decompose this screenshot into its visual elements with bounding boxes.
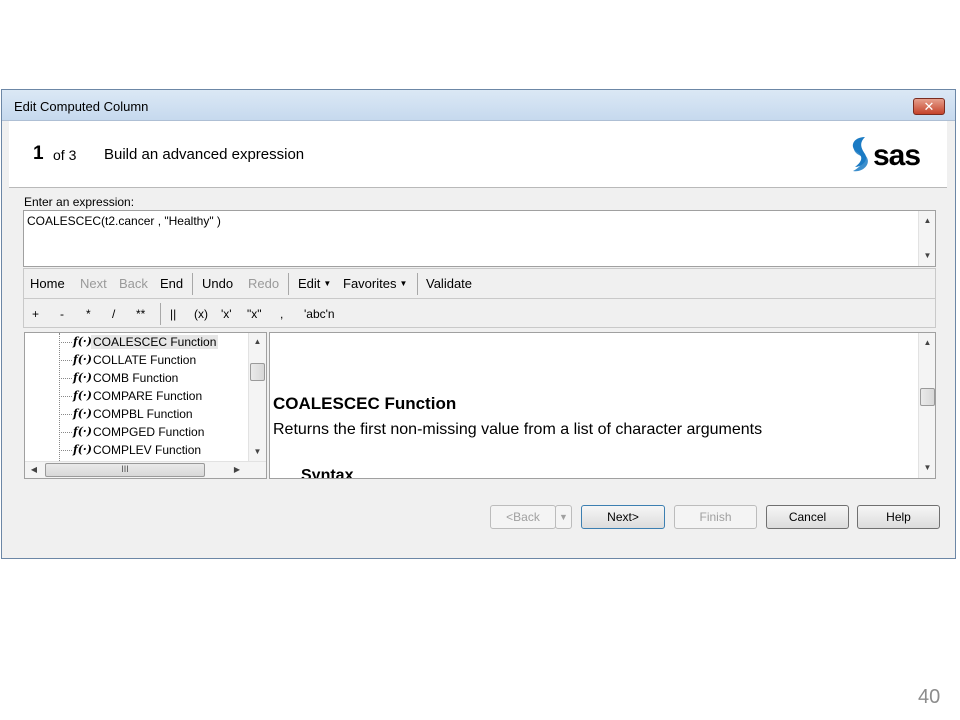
edit-menu[interactable]: Edit ▼: [298, 276, 331, 291]
chevron-down-icon: ▼: [323, 279, 332, 288]
expression-input[interactable]: COALESCEC(t2.cancer , "Healthy" ) ▲ ▼: [23, 210, 936, 267]
function-tree: f(·) COALESCEC Function f(·) COLLATE Fun…: [24, 332, 267, 479]
back-button-disabled[interactable]: Back: [119, 276, 148, 291]
expression-label: Enter an expression:: [24, 195, 135, 209]
tree-connector: [59, 360, 72, 361]
step-total: of 3: [53, 147, 77, 163]
end-button[interactable]: End: [160, 276, 183, 291]
title-bar: Edit Computed Column ✕: [2, 90, 955, 121]
scroll-down-icon[interactable]: ▼: [249, 445, 266, 459]
chevron-down-icon: ▼: [559, 512, 568, 522]
tree-guide-line: [59, 333, 60, 461]
operator-comma-button[interactable]: ,: [280, 307, 283, 321]
close-icon: ✕: [923, 99, 935, 114]
home-button[interactable]: Home: [30, 276, 65, 291]
scroll-down-icon[interactable]: ▼: [919, 460, 935, 476]
header-divider: [9, 187, 947, 188]
help-syntax-heading: Syntax: [301, 467, 354, 479]
toolbar-separator: [160, 303, 161, 325]
scroll-thumb[interactable]: [250, 363, 265, 381]
expression-value[interactable]: COALESCEC(t2.cancer , "Healthy" ): [27, 214, 221, 228]
scroll-thumb[interactable]: [920, 388, 935, 406]
tree-horizontal-scrollbar[interactable]: ◀ III ▶: [25, 461, 266, 478]
validate-button[interactable]: Validate: [426, 276, 472, 291]
tree-item-label: COMPGED Function: [93, 425, 205, 439]
function-icon: f(·): [73, 353, 92, 366]
wizard-buttons: <Back ▼ Next> Finish Cancel Help: [2, 505, 957, 531]
sas-logo-text: sas: [873, 139, 920, 172]
expression-scrollbar[interactable]: ▲ ▼: [918, 211, 935, 266]
next-button-disabled[interactable]: Next: [80, 276, 107, 291]
tree-item-label: COALESCEC Function: [91, 335, 219, 349]
scroll-up-icon[interactable]: ▲: [919, 213, 936, 229]
tree-item-label: COLLATE Function: [93, 353, 197, 367]
operator-name-literal-button[interactable]: 'abc'n: [304, 307, 335, 321]
tree-item-label: COMPBL Function: [93, 407, 193, 421]
help-scrollbar[interactable]: ▲ ▼: [918, 333, 935, 478]
edit-computed-column-dialog: Edit Computed Column ✕ 1 of 3 Build an a…: [1, 89, 956, 559]
function-icon: f(·): [73, 371, 92, 384]
operator-divide-button[interactable]: /: [112, 307, 115, 321]
function-help-panel: COALESCEC Function Returns the first non…: [269, 332, 936, 479]
step-description: Build an advanced expression: [104, 146, 305, 163]
window-title: Edit Computed Column: [14, 99, 149, 114]
function-icon: f(·): [73, 443, 92, 456]
tree-connector: [59, 450, 72, 451]
cancel-button[interactable]: Cancel: [766, 505, 849, 529]
scroll-left-icon[interactable]: ◀: [26, 462, 42, 478]
toolbar-separator: [192, 273, 193, 295]
tree-item-label: COMPLEV Function: [93, 443, 202, 457]
finish-button[interactable]: Finish: [674, 505, 757, 529]
tree-connector: [59, 432, 72, 433]
slide-page-number: 40: [918, 686, 941, 708]
scroll-up-icon[interactable]: ▲: [249, 335, 266, 349]
operator-power-button[interactable]: **: [136, 307, 145, 321]
help-button[interactable]: Help: [857, 505, 940, 529]
operator-minus-button[interactable]: -: [60, 307, 64, 321]
tree-connector: [59, 396, 72, 397]
wizard-header: 1 of 3 Build an advanced expression sas: [9, 121, 947, 187]
step-number: 1: [33, 143, 44, 164]
navigation-toolbar: Home Next Back End Undo Redo Edit ▼ Favor…: [23, 268, 936, 298]
operator-double-quote-button[interactable]: "x": [247, 307, 262, 321]
function-icon: f(·): [73, 389, 92, 402]
undo-button[interactable]: Undo: [202, 276, 233, 291]
function-icon: f(·): [73, 335, 92, 348]
close-button[interactable]: ✕: [913, 98, 945, 115]
operator-parens-button[interactable]: (x): [194, 307, 208, 321]
redo-button[interactable]: Redo: [248, 276, 279, 291]
function-icon: f(·): [73, 407, 92, 420]
tree-connector: [59, 378, 72, 379]
operator-toolbar: + - * / ** || (x) 'x' "x" , 'abc'n: [23, 298, 936, 328]
scroll-down-icon[interactable]: ▼: [919, 248, 936, 264]
operator-plus-button[interactable]: +: [32, 307, 39, 321]
chevron-down-icon: ▼: [399, 279, 408, 288]
operator-concat-button[interactable]: ||: [170, 307, 176, 321]
operator-single-quote-button[interactable]: 'x': [221, 307, 232, 321]
back-button[interactable]: <Back: [490, 505, 556, 529]
function-icon: f(·): [73, 425, 92, 438]
favorites-menu-label: Favorites: [343, 276, 397, 291]
tree-vertical-scrollbar[interactable]: ▲ ▼: [248, 333, 266, 461]
tree-item-label: COMB Function: [93, 371, 179, 385]
next-button[interactable]: Next>: [581, 505, 665, 529]
edit-menu-label: Edit: [298, 276, 321, 291]
tree-item-label: COMPARE Function: [93, 389, 203, 403]
toolbar-separator: [288, 273, 289, 295]
favorites-menu[interactable]: Favorites ▼: [343, 276, 407, 291]
help-title: COALESCEC Function: [273, 394, 457, 413]
scroll-up-icon[interactable]: ▲: [919, 335, 935, 351]
toolbar-separator: [417, 273, 418, 295]
back-dropdown-button[interactable]: ▼: [555, 505, 572, 529]
help-description: Returns the first non-missing value from…: [273, 421, 763, 438]
tree-connector: [59, 414, 72, 415]
tree-connector: [59, 342, 72, 343]
scroll-thumb-horizontal[interactable]: III: [45, 463, 205, 477]
operator-multiply-button[interactable]: *: [86, 307, 91, 321]
scroll-right-icon[interactable]: ▶: [229, 462, 245, 478]
sas-logo: sas: [852, 137, 921, 172]
